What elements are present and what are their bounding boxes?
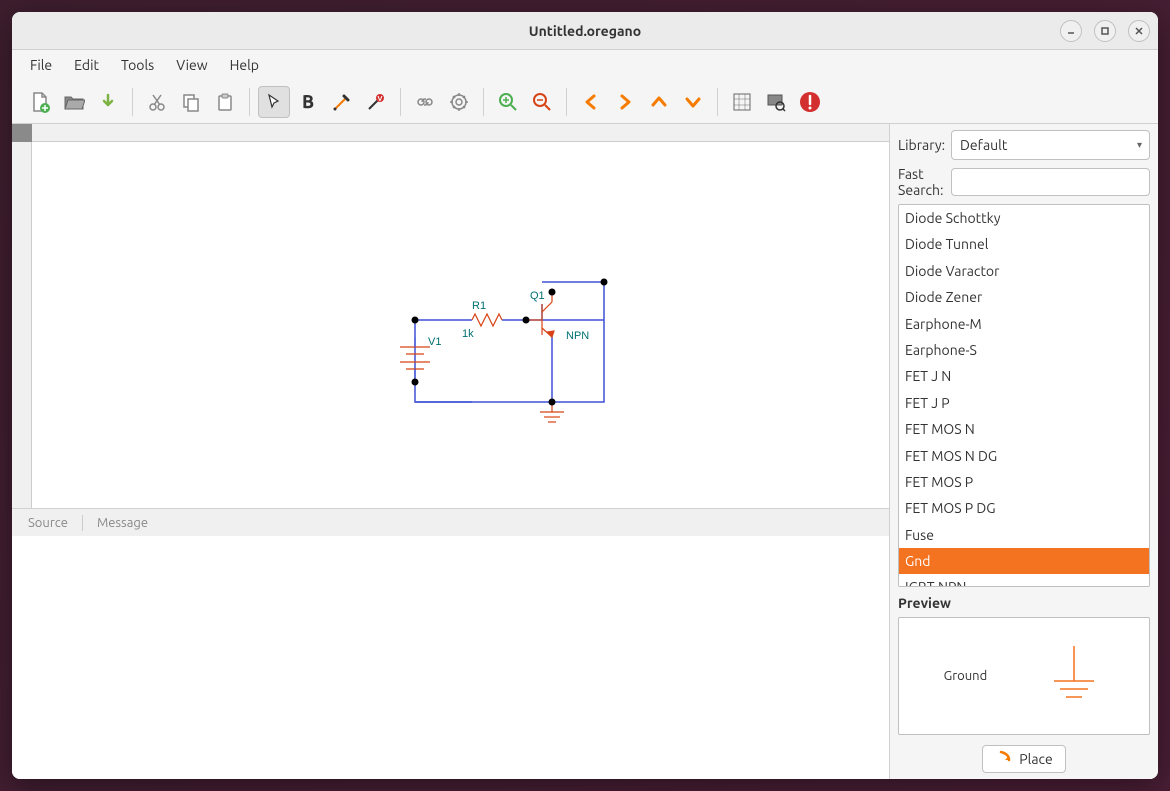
menu-tools[interactable]: Tools: [111, 53, 164, 77]
settings-button[interactable]: [443, 86, 475, 118]
component-resistor: [472, 314, 502, 326]
ruler-vertical: [12, 142, 32, 508]
part-item[interactable]: FET MOS P: [899, 469, 1149, 495]
search-input[interactable]: [951, 168, 1150, 196]
minimize-button[interactable]: [1060, 20, 1082, 42]
part-item[interactable]: Gnd: [899, 548, 1149, 574]
tab-message[interactable]: Message: [87, 513, 158, 533]
tab-source[interactable]: Source: [18, 513, 78, 533]
menu-help[interactable]: Help: [220, 53, 269, 77]
link-button[interactable]: [409, 86, 441, 118]
window-controls: [1060, 20, 1150, 42]
cut-button[interactable]: [141, 86, 173, 118]
menu-view[interactable]: View: [166, 53, 217, 77]
down-arrow-button[interactable]: [92, 86, 124, 118]
bold-button[interactable]: B: [292, 86, 324, 118]
menu-edit[interactable]: Edit: [64, 53, 109, 77]
schematic-node: [412, 317, 419, 324]
search-label: Fast Search:: [898, 166, 945, 198]
schematic-node: [412, 379, 419, 386]
part-item[interactable]: Diode Tunnel: [899, 231, 1149, 257]
menubar: File Edit Tools View Help: [12, 50, 1158, 80]
titlebar: Untitled.oregano: [12, 12, 1158, 50]
paste-button[interactable]: [209, 86, 241, 118]
part-item[interactable]: FET MOS P DG: [899, 495, 1149, 521]
nav-right-button[interactable]: [609, 86, 641, 118]
ruler-corner: [12, 124, 32, 142]
nav-up-button[interactable]: [643, 86, 675, 118]
find-button[interactable]: [760, 86, 792, 118]
part-item[interactable]: Diode Schottky: [899, 205, 1149, 231]
preview-box: Ground: [898, 617, 1150, 735]
schematic-node: [523, 317, 530, 324]
probe-button[interactable]: [326, 86, 358, 118]
preview-label: Preview: [898, 593, 1150, 611]
part-item[interactable]: FET MOS N: [899, 416, 1149, 442]
schematic-node: [601, 279, 608, 286]
pointer-tool-button[interactable]: [258, 86, 290, 118]
label-v1: V1: [428, 336, 441, 348]
open-file-button[interactable]: [58, 86, 90, 118]
preview-ground-icon: [1044, 641, 1104, 711]
bottom-tabs: Source Message: [12, 508, 889, 536]
library-label: Library:: [898, 137, 945, 153]
maximize-button[interactable]: [1094, 20, 1116, 42]
place-arrow-icon: [995, 750, 1013, 768]
zoom-out-button[interactable]: [526, 86, 558, 118]
zoom-in-button[interactable]: [492, 86, 524, 118]
toolbar: B V: [12, 80, 1158, 124]
label-r1-value: 1k: [462, 328, 474, 340]
window-title: Untitled.oregano: [529, 23, 641, 39]
preview-text: Ground: [944, 669, 988, 683]
label-r1: R1: [472, 300, 486, 312]
part-item[interactable]: FET J P: [899, 390, 1149, 416]
label-npn: NPN: [566, 330, 589, 342]
nav-down-button[interactable]: [677, 86, 709, 118]
bottom-content: [12, 536, 889, 779]
app-window: Untitled.oregano File Edit Tools View He…: [12, 12, 1158, 779]
nav-left-button[interactable]: [575, 86, 607, 118]
menu-file[interactable]: File: [20, 53, 62, 77]
schematic-canvas[interactable]: V1 R1 1k Q1 NPN: [32, 142, 889, 508]
ruler-horizontal: [32, 124, 889, 142]
copy-button[interactable]: [175, 86, 207, 118]
close-button[interactable]: [1128, 20, 1150, 42]
part-item[interactable]: Earphone-M: [899, 311, 1149, 337]
part-item[interactable]: IGBT-NPN: [899, 574, 1149, 587]
part-item[interactable]: Fuse: [899, 522, 1149, 548]
svg-text:V: V: [378, 95, 383, 103]
parts-panel: Library: Default ▾ Fast Search: Diode Sc…: [890, 124, 1158, 779]
part-item[interactable]: Diode Zener: [899, 284, 1149, 310]
part-item[interactable]: FET MOS N DG: [899, 443, 1149, 469]
grid-button[interactable]: [726, 86, 758, 118]
parts-list[interactable]: Diode SchottkyDiode TunnelDiode Varactor…: [898, 204, 1150, 587]
schematic-node: [549, 399, 556, 406]
part-item[interactable]: FET J N: [899, 363, 1149, 389]
part-item[interactable]: Diode Varactor: [899, 258, 1149, 284]
place-button[interactable]: Place: [982, 745, 1065, 773]
schematic-node: [549, 289, 556, 296]
new-file-button[interactable]: [24, 86, 56, 118]
schematic-wires: [32, 142, 889, 508]
voltage-probe-button[interactable]: V: [360, 86, 392, 118]
error-button[interactable]: [794, 86, 826, 118]
library-select[interactable]: Default: [951, 130, 1150, 160]
part-item[interactable]: Earphone-S: [899, 337, 1149, 363]
label-q1: Q1: [530, 290, 545, 302]
